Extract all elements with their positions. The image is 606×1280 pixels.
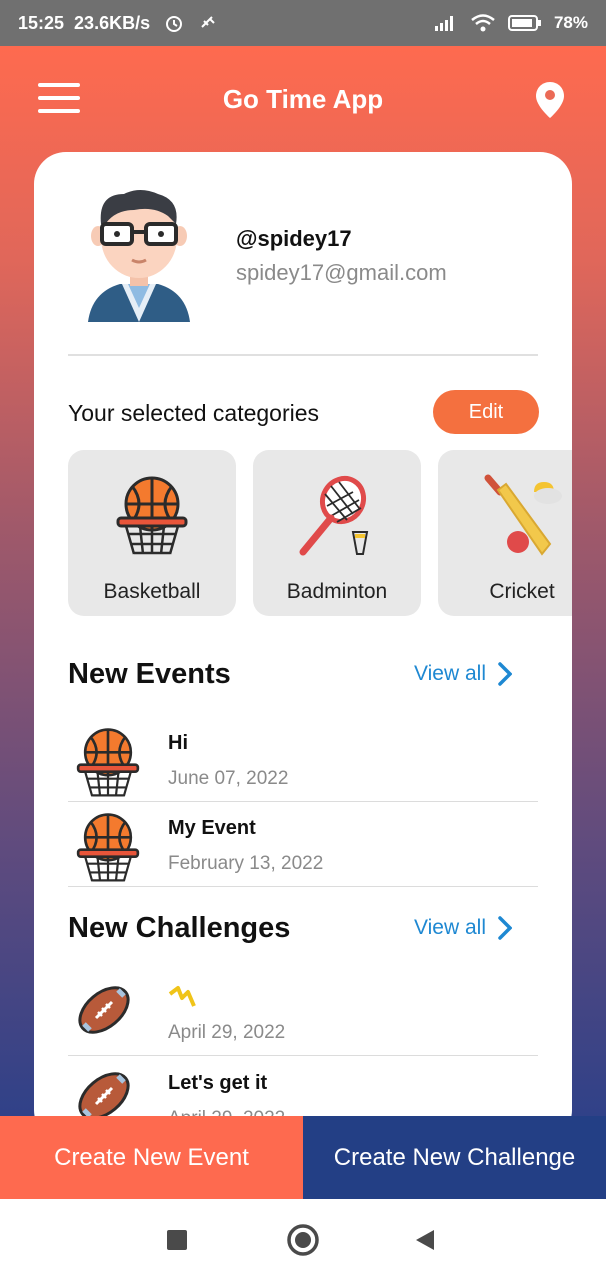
system-nav-bar — [0, 1199, 606, 1280]
battery-icon — [507, 15, 541, 31]
event-title: My Event — [168, 817, 256, 839]
challenge-list-item[interactable]: April 29, 2022 — [68, 972, 538, 1056]
basketball-hoop-icon — [76, 813, 140, 882]
create-new-challenge-button[interactable]: Create New Challenge — [303, 1116, 606, 1199]
map-pin-icon[interactable] — [534, 80, 566, 120]
category-label: Cricket — [489, 580, 555, 603]
chevron-right-icon — [498, 662, 512, 686]
challenges-view-all-link[interactable]: View all — [414, 916, 512, 940]
view-all-label: View all — [414, 662, 486, 685]
cricket-bat-icon — [484, 474, 562, 556]
event-list-item[interactable]: Hi June 07, 2022 — [68, 718, 538, 802]
home-circle-icon[interactable] — [286, 1223, 320, 1257]
signal-icon — [434, 16, 453, 31]
category-basketball[interactable]: Basketball — [68, 450, 236, 616]
user-avatar — [88, 190, 190, 322]
event-title: Hi — [168, 732, 188, 754]
event-date: February 13, 2022 — [168, 853, 324, 874]
status-time: 15:25 — [18, 12, 65, 33]
new-events-title: New Events — [68, 658, 231, 690]
category-cricket[interactable]: Cricket — [438, 450, 572, 616]
view-all-label: View all — [414, 916, 486, 939]
emoji-glyph — [168, 986, 196, 1007]
back-triangle-icon[interactable] — [414, 1228, 436, 1252]
event-date: June 07, 2022 — [168, 768, 289, 789]
profile-username: @spidey17 — [236, 226, 352, 251]
alarm-icon — [166, 16, 183, 32]
wifi-icon — [471, 14, 495, 32]
american-football-icon — [78, 986, 130, 1034]
event-list-item[interactable]: My Event February 13, 2022 — [68, 803, 538, 887]
category-label: Badminton — [286, 580, 388, 603]
profile-email: spidey17@gmail.com — [236, 260, 447, 285]
basketball-hoop-icon — [76, 728, 140, 797]
divider — [68, 354, 538, 356]
create-new-event-button[interactable]: Create New Event — [0, 1116, 303, 1199]
profile-card: @spidey17 spidey17@gmail.com Your select… — [34, 152, 572, 1142]
categories-title: Your selected categories — [68, 400, 320, 426]
categories-row: Basketball Badminton Cricket — [68, 450, 572, 616]
edit-categories-button[interactable]: Edit — [433, 390, 539, 434]
recents-square-icon[interactable] — [166, 1229, 188, 1251]
badminton-racket-icon — [299, 475, 369, 556]
status-speed: 23.6KB/s — [74, 12, 151, 33]
status-bar: 15:25 23.6KB/s 78% — [0, 0, 606, 46]
new-challenges-title: New Challenges — [68, 912, 291, 944]
chevron-right-icon — [498, 916, 512, 940]
divider — [68, 801, 538, 802]
category-label: Basketball — [103, 580, 201, 603]
divider — [68, 1055, 538, 1056]
status-right: 78% — [434, 13, 588, 33]
battery-level: 78% — [553, 13, 588, 32]
category-badminton[interactable]: Badminton — [253, 450, 421, 616]
events-view-all-link[interactable]: View all — [414, 662, 512, 686]
challenge-date: April 29, 2022 — [168, 1022, 286, 1043]
divider — [68, 886, 538, 887]
app-title: Go Time App — [222, 84, 384, 114]
challenge-title: Let's get it — [168, 1072, 268, 1094]
status-left: 15:25 23.6KB/s — [18, 13, 218, 34]
mute-icon — [201, 16, 215, 28]
basketball-hoop-icon — [116, 476, 188, 555]
